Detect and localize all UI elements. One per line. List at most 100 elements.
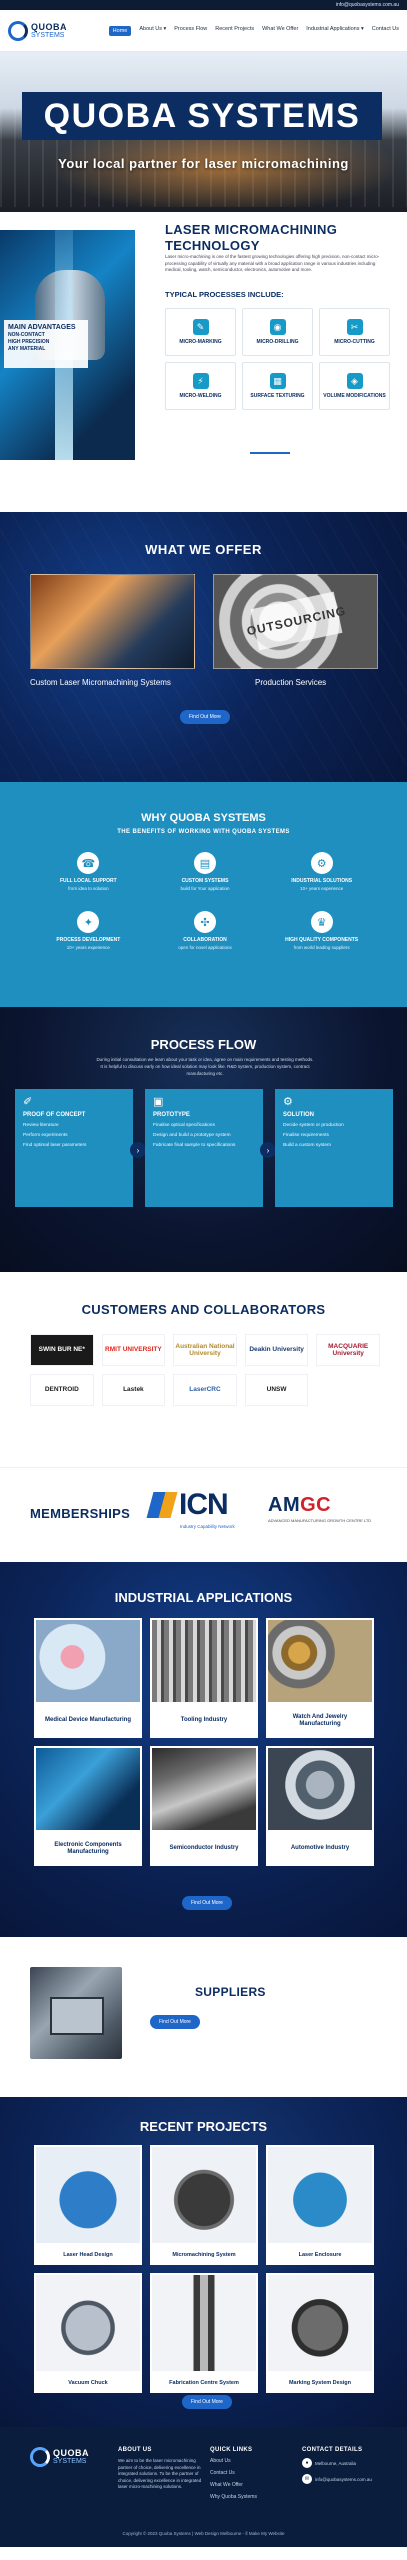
application-card[interactable]: Automotive Industry	[266, 1746, 374, 1866]
nav-about-us[interactable]: About Us ▾	[139, 26, 166, 36]
hero-section: QUOBA SYSTEMS Your local partner for las…	[0, 52, 407, 212]
supplier-product-image	[30, 1967, 122, 2059]
benefit-title: PROCESS DEVELOPMENT	[56, 937, 121, 943]
process-card-surface-texturing: ▦ SURFACE TEXTURING	[242, 362, 313, 410]
benefit-item: ✦ PROCESS DEVELOPMENT 10+ years experien…	[30, 911, 147, 950]
flow-step-item: Design and build a prototype system	[153, 1133, 231, 1139]
solution-icon: ⚙	[283, 1096, 293, 1108]
project-label: Micromachining System	[172, 2252, 236, 2258]
application-card[interactable]: Watch And Jewelry Manufacturing	[266, 1618, 374, 1738]
logo-text-line1: QUOBA	[31, 21, 67, 32]
footer-contact-text[interactable]: info@quobasystems.com.au	[315, 2477, 372, 2482]
footer-contact-location: ● Melbourne, Australia	[302, 2458, 397, 2468]
flow-step-item: Build a custom system	[283, 1143, 331, 1149]
application-image	[36, 1620, 140, 1702]
application-label: Electronic Components Manufacturing	[54, 1841, 122, 1856]
benefit-item: ♛ HIGH QUALITY COMPONENTS from world lea…	[263, 911, 380, 950]
flow-intro: During initial consultation we learn abo…	[96, 1057, 314, 1076]
project-card[interactable]: Micromachining System	[150, 2145, 258, 2265]
logo-amgc: AMGC ADVANCED MANUFACTURING GROWTH CENTR…	[268, 1494, 371, 1523]
project-image	[268, 2147, 372, 2243]
why-quoba-section: WHY QUOBA SYSTEMS THE BENEFITS OF WORKIN…	[0, 782, 407, 1007]
prototype-icon: ▣	[153, 1096, 164, 1108]
nav-recent-projects[interactable]: Recent Projects	[215, 26, 254, 36]
offer-caption-custom-systems[interactable]: Custom Laser Micromachining Systems	[30, 678, 171, 687]
drilling-icon: ◉	[269, 319, 286, 335]
flow-title: PROCESS FLOW	[150, 1037, 257, 1052]
applications-find-out-more-button[interactable]: Find Out More	[182, 1896, 232, 1910]
hero-title-box: QUOBA SYSTEMS	[22, 92, 382, 140]
footer-contact-title: CONTACT DETAILS	[302, 2447, 363, 2453]
flow-step-item: Review literature	[23, 1123, 59, 1128]
offer-card-custom-systems[interactable]	[30, 574, 195, 669]
page: info@quobasystems.com.au QUOBA SYSTEMS H…	[0, 0, 407, 2560]
project-label: Marking System Design	[288, 2380, 352, 2386]
project-card[interactable]: Laser Enclosure	[266, 2145, 374, 2265]
footer-link-contact-us[interactable]: Contact Us	[210, 2470, 290, 2476]
project-card[interactable]: Fabrication Centre System	[150, 2273, 258, 2393]
quality-icon: ♛	[310, 911, 333, 933]
offer-find-out-more-button[interactable]: Find Out More	[180, 710, 230, 724]
process-label: VOLUME MODIFICATIONS	[323, 393, 386, 399]
project-image	[152, 2275, 256, 2371]
suppliers-find-out-more-button[interactable]: Find Out More	[150, 2015, 200, 2029]
footer-logo[interactable]: QUOBA SYSTEMS	[30, 2447, 89, 2467]
mail-icon: ✉	[302, 2474, 312, 2484]
customers-title: CUSTOMERS AND COLLABORATORS	[81, 1302, 326, 1317]
logo-dentroid: DENTROID	[30, 1374, 94, 1406]
nav-what-we-offer[interactable]: What We Offer	[262, 26, 298, 36]
why-subtitle: THE BENEFITS OF WORKING WITH QUOBA SYSTE…	[117, 829, 290, 835]
location-icon: ●	[302, 2458, 312, 2468]
volume-icon: ◈	[346, 373, 363, 389]
benefit-desc: from world leading suppliers	[293, 945, 350, 950]
nav-industrial-applications[interactable]: Industrial Applications ▾	[306, 26, 364, 36]
project-card[interactable]: Marking System Design	[266, 2273, 374, 2393]
logo-text-line2: SYSTEMS	[53, 2458, 87, 2465]
collaboration-icon: ✣	[193, 911, 216, 933]
top-email[interactable]: info@quobasystems.com.au	[336, 2, 399, 8]
applications-title: INDUSTRIAL APPLICATIONS	[114, 1590, 293, 1605]
benefits-grid: ☎ FULL LOCAL SUPPORT from idea to soluti…	[30, 852, 380, 950]
benefit-title: CUSTOM SYSTEMS	[181, 878, 229, 884]
why-title: WHY QUOBA SYSTEMS	[141, 812, 266, 824]
nav-contact-us[interactable]: Contact Us	[372, 26, 399, 36]
icn-subtitle: Industry Capability Network	[180, 1524, 235, 1529]
footer-link-why-quoba[interactable]: Why Quoba Systems	[210, 2494, 290, 2500]
welding-icon: ⚡	[192, 373, 209, 389]
hero-subtitle: Your local partner for laser micromachin…	[58, 156, 349, 171]
what-we-offer-section: WHAT WE OFFER OUTSOURCING Custom Laser M…	[0, 512, 407, 782]
memberships-section: MEMBERSHIPS ICN Industry Capability Netw…	[0, 1467, 407, 1562]
project-label: Vacuum Chuck	[68, 2380, 108, 2386]
project-card[interactable]: Laser Head Design	[34, 2145, 142, 2265]
custom-icon: ▤	[193, 852, 216, 874]
projects-title: RECENT PROJECTS	[139, 2119, 268, 2134]
footer-contact-email[interactable]: ✉ info@quobasystems.com.au	[302, 2474, 397, 2484]
footer-quick-links: QUICK LINKS About Us Contact Us What We …	[210, 2447, 290, 2506]
projects-find-out-more-button[interactable]: Find Out More	[182, 2395, 232, 2409]
advantage-item: ANY MATERIAL	[8, 345, 46, 352]
application-card[interactable]: Semiconductor Industry	[150, 1746, 258, 1866]
cutting-icon: ✂	[346, 319, 363, 335]
nav-process-flow[interactable]: Process Flow	[174, 26, 207, 36]
suppliers-section: SUPPLIERS Find Out More	[0, 1937, 407, 2097]
benefit-desc: open for novel applications	[178, 945, 232, 950]
nav-home[interactable]: Home	[108, 25, 132, 36]
arrow-right-icon: ›	[260, 1142, 276, 1158]
footer-about: ABOUT US We aim to be the laser micromac…	[118, 2447, 203, 2491]
application-card[interactable]: Medical Device Manufacturing	[34, 1618, 142, 1738]
footer-link-what-we-offer[interactable]: What We Offer	[210, 2482, 290, 2488]
flow-step-item: Fabricate final sample to specifications	[153, 1143, 236, 1149]
footer-about-title: ABOUT US	[118, 2447, 152, 2453]
application-card[interactable]: Electronic Components Manufacturing	[34, 1746, 142, 1866]
offer-caption-production-services[interactable]: Production Services	[255, 678, 326, 687]
marking-icon: ✎	[192, 319, 209, 335]
site-logo[interactable]: QUOBA SYSTEMS	[8, 20, 67, 41]
site-header: QUOBA SYSTEMS Home About Us ▾ Process Fl…	[0, 10, 407, 52]
footer-link-about-us[interactable]: About Us	[210, 2458, 290, 2464]
application-card[interactable]: Tooling Industry	[150, 1618, 258, 1738]
offer-card-production-services[interactable]: OUTSOURCING	[213, 574, 378, 669]
projects-grid: Laser Head Design Micromachining System …	[34, 2145, 374, 2393]
process-label: MICRO-MARKING	[179, 339, 222, 345]
copyright: Copyright © 2023 Quoba Systems | Web Des…	[122, 2531, 285, 2536]
project-card[interactable]: Vacuum Chuck	[34, 2273, 142, 2393]
